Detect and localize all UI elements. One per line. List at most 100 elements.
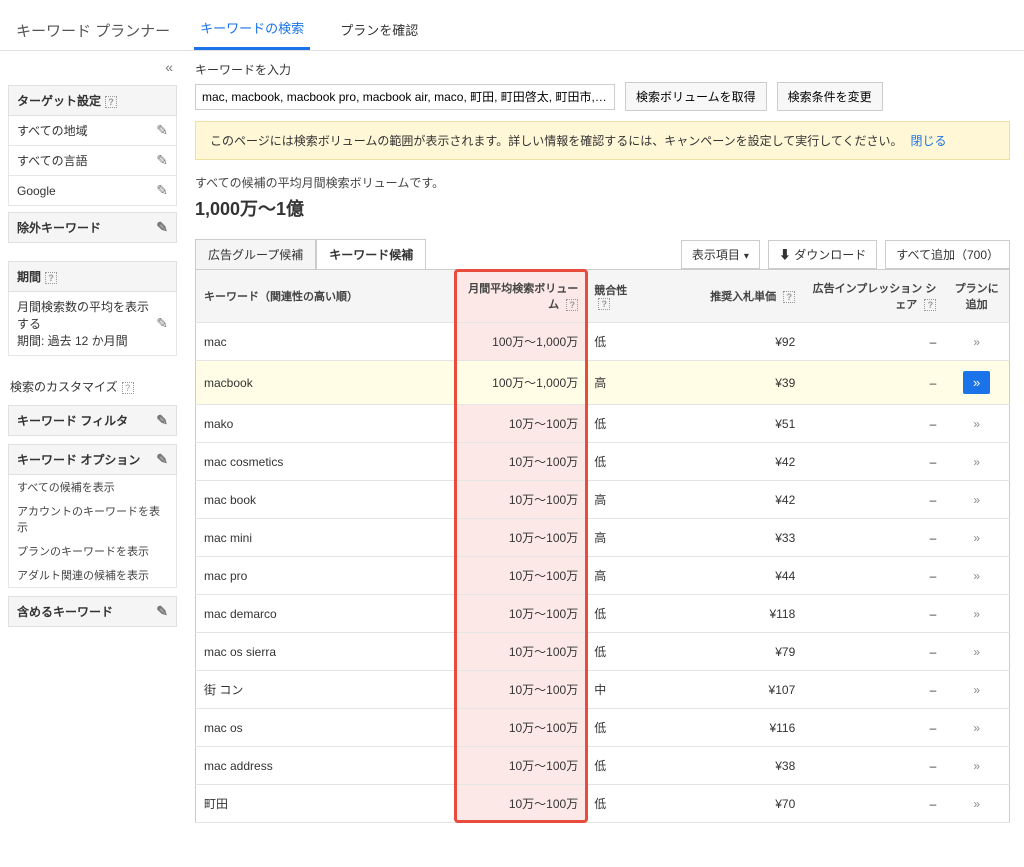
tab-plan-review[interactable]: プランを確認	[334, 12, 424, 49]
cell-volume: 10万～100万	[456, 709, 586, 747]
cell-competition: 低	[586, 405, 651, 443]
table-row[interactable]: 街 コン10万～100万中¥107– »	[196, 671, 1010, 709]
cell-bid: ¥44	[651, 557, 803, 595]
pencil-icon[interactable]: ✎	[156, 451, 168, 468]
cell-impression: –	[803, 405, 944, 443]
option-item: プランのキーワードを表示	[9, 539, 176, 563]
add-to-plan-button[interactable]: »	[973, 645, 980, 659]
cell-impression: –	[803, 323, 944, 361]
cell-bid: ¥79	[651, 633, 803, 671]
option-item: アダルト関連の候補を表示	[9, 563, 176, 587]
cell-competition: 低	[586, 709, 651, 747]
th-add: プランに追加	[944, 270, 1009, 323]
table-row[interactable]: mac100万～1,000万低¥92–»	[196, 323, 1010, 361]
pencil-icon[interactable]: ✎	[156, 412, 168, 429]
keyword-options-heading[interactable]: キーワード オプション ✎	[8, 444, 177, 475]
help-icon[interactable]: ?	[105, 96, 117, 108]
table-row[interactable]: mac demarco10万～100万低¥118–»	[196, 595, 1010, 633]
cell-volume: 10万～100万	[456, 671, 586, 709]
tab-keyword-ideas[interactable]: キーワード候補	[316, 239, 426, 269]
help-icon[interactable]: ?	[566, 299, 578, 311]
cell-volume: 10万～100万	[456, 785, 586, 823]
table-row[interactable]: mac os sierra10万～100万低¥79–»	[196, 633, 1010, 671]
cell-volume: 10万～100万	[456, 405, 586, 443]
sidebar-collapse-icon[interactable]: «	[8, 59, 177, 79]
pencil-icon[interactable]: ✎	[156, 182, 168, 199]
th-bid[interactable]: 推奨入札単価 ?	[651, 270, 803, 323]
table-row[interactable]: mac mini10万～100万高¥33–»	[196, 519, 1010, 557]
table-row[interactable]: mac os10万～100万低¥116–»	[196, 709, 1010, 747]
targeting-item[interactable]: すべての言語✎	[8, 146, 177, 176]
cell-competition: 高	[586, 481, 651, 519]
cell-bid: ¥39	[651, 361, 803, 405]
th-impression[interactable]: 広告インプレッション シェア ?	[803, 270, 944, 323]
th-competition[interactable]: 競合性 ?	[586, 270, 651, 323]
pencil-icon[interactable]: ✎	[156, 219, 168, 236]
pencil-icon[interactable]: ✎	[156, 152, 168, 169]
cell-competition: 高	[586, 361, 651, 405]
add-to-plan-button[interactable]: »	[973, 335, 980, 349]
help-icon[interactable]: ?	[598, 298, 610, 310]
table-row[interactable]: mac address10万～100万低¥38–»	[196, 747, 1010, 785]
cell-bid: ¥107	[651, 671, 803, 709]
add-to-plan-button[interactable]: »	[973, 759, 980, 773]
cell-impression: –	[803, 671, 944, 709]
cell-competition: 低	[586, 747, 651, 785]
th-volume[interactable]: 月間平均検索ボリューム ?	[456, 270, 586, 323]
cell-volume: 10万～100万	[456, 633, 586, 671]
add-to-plan-button[interactable]: »	[973, 607, 980, 621]
cell-volume: 10万～100万	[456, 557, 586, 595]
help-icon[interactable]: ?	[45, 272, 57, 284]
cell-impression: –	[803, 443, 944, 481]
get-volume-button[interactable]: 検索ボリュームを取得	[625, 82, 767, 111]
cell-keyword: mac address	[196, 747, 456, 785]
th-keyword[interactable]: キーワード（関連性の高い順）	[196, 270, 456, 323]
cell-volume: 10万～100万	[456, 595, 586, 633]
period-heading: 期間?	[8, 261, 177, 292]
summary-value: 1,000万～1億	[195, 195, 1010, 221]
table-row[interactable]: mac book10万～100万高¥42–»	[196, 481, 1010, 519]
pencil-icon[interactable]: ✎	[156, 122, 168, 139]
negative-keywords-heading[interactable]: 除外キーワード ✎	[8, 212, 177, 243]
option-item: アカウントのキーワードを表示	[9, 499, 176, 539]
tab-keyword-search[interactable]: キーワードの検索	[194, 10, 310, 50]
add-all-button[interactable]: すべて追加（700）	[885, 240, 1010, 269]
cell-competition: 低	[586, 323, 651, 361]
add-to-plan-button[interactable]: »	[963, 371, 990, 394]
table-row[interactable]: 町田10万～100万低¥70–»	[196, 785, 1010, 823]
period-item[interactable]: 月間検索数の平均を表示する 期間: 過去 12 か月間 ✎	[8, 292, 177, 356]
edit-search-button[interactable]: 検索条件を変更	[777, 82, 883, 111]
add-to-plan-button[interactable]: »	[973, 455, 980, 469]
add-to-plan-button[interactable]: »	[973, 683, 980, 697]
summary-label: すべての候補の平均月間検索ボリュームです。	[195, 174, 1010, 191]
option-item: すべての候補を表示	[9, 475, 176, 499]
add-to-plan-button[interactable]: »	[973, 531, 980, 545]
pencil-icon[interactable]: ✎	[156, 603, 168, 620]
keyword-input[interactable]	[195, 84, 615, 110]
cell-keyword: 街 コン	[196, 671, 456, 709]
targeting-item[interactable]: Google✎	[8, 176, 177, 206]
tab-adgroup-ideas[interactable]: 広告グループ候補	[195, 239, 316, 269]
chevron-down-icon: ▾	[744, 251, 749, 262]
columns-button[interactable]: 表示項目▾	[681, 240, 760, 269]
add-to-plan-button[interactable]: »	[973, 569, 980, 583]
keyword-filter-heading[interactable]: キーワード フィルタ ✎	[8, 405, 177, 436]
add-to-plan-button[interactable]: »	[973, 493, 980, 507]
table-row[interactable]: macbook100万～1,000万高¥39–»	[196, 361, 1010, 405]
table-row[interactable]: mac pro10万～100万高¥44–»	[196, 557, 1010, 595]
download-button[interactable]: ⬇ ダウンロード	[768, 240, 877, 269]
notice-close-link[interactable]: 閉じる	[911, 134, 947, 148]
cell-competition: 中	[586, 671, 651, 709]
table-row[interactable]: mac cosmetics10万～100万低¥42–»	[196, 443, 1010, 481]
help-icon[interactable]: ?	[924, 299, 936, 311]
help-icon[interactable]: ?	[122, 382, 134, 394]
add-to-plan-button[interactable]: »	[973, 797, 980, 811]
table-row[interactable]: mako10万～100万低¥51–»	[196, 405, 1010, 443]
pencil-icon[interactable]: ✎	[156, 315, 168, 332]
cell-bid: ¥38	[651, 747, 803, 785]
add-to-plan-button[interactable]: »	[973, 721, 980, 735]
include-keywords-heading[interactable]: 含めるキーワード ✎	[8, 596, 177, 627]
targeting-item[interactable]: すべての地域✎	[8, 116, 177, 146]
add-to-plan-button[interactable]: »	[973, 417, 980, 431]
help-icon[interactable]: ?	[783, 291, 795, 303]
